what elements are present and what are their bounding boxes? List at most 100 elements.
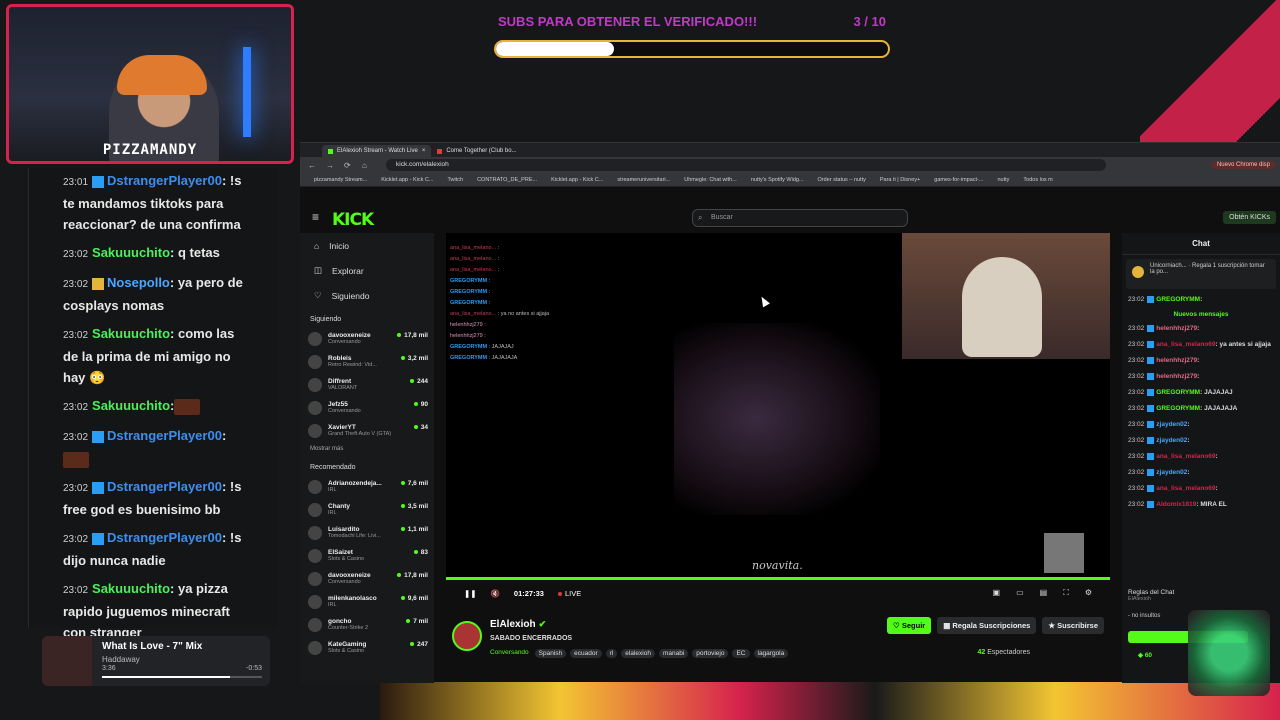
bookmark-item[interactable]: Kicklet.app - Kick C... — [381, 177, 433, 183]
browser-tab-music[interactable]: Come Together (Club bo... — [431, 145, 522, 157]
channel-points[interactable]: ◆ 60 — [1138, 651, 1152, 659]
bookmark-item[interactable]: nutty — [997, 177, 1009, 183]
mute-icon[interactable]: 🔇 — [491, 589, 500, 598]
bookmark-item[interactable]: Todos los m — [1023, 177, 1052, 183]
chat-username[interactable]: Nosepollo — [107, 275, 170, 290]
stream-tag[interactable]: portoviejo — [692, 649, 729, 658]
stream-tag[interactable]: ecuador — [570, 649, 602, 658]
forward-icon[interactable]: → — [326, 161, 344, 170]
gift-subs-button[interactable]: ▦ Regala Suscripciones — [937, 617, 1037, 634]
pause-icon[interactable]: ❚❚ — [464, 589, 477, 598]
chat-username[interactable]: DstrangerPlayer00 — [107, 479, 222, 494]
channel-item[interactable]: davooxeneize Conversando 17,8 mil — [300, 327, 434, 350]
bookmark-item[interactable]: CONTRATO_DE_PRE... — [477, 177, 537, 183]
stream-tag[interactable]: rl — [605, 649, 618, 658]
streamer-avatar[interactable] — [452, 621, 482, 651]
back-icon[interactable]: ← — [308, 161, 326, 170]
theater-icon[interactable]: ▭ — [1016, 588, 1024, 598]
stream-tag[interactable]: elalexioh — [621, 649, 655, 658]
channel-item[interactable]: davooxeneize Conversando 17,8 mil — [300, 567, 434, 590]
home-icon[interactable]: ⌂ — [362, 161, 380, 170]
channel-item[interactable]: ElSaizet Slots & Casino 83 — [300, 544, 434, 567]
chat-username[interactable]: helenhhzj279 — [1156, 373, 1197, 380]
browser-tab-kick[interactable]: ElAlexioh Stream - Watch Live × — [322, 145, 432, 157]
channel-avatar — [308, 617, 322, 632]
channel-item[interactable]: Robleis Retro Rewind: Vid... 3,2 mil — [300, 350, 434, 373]
bookmark-item[interactable]: games-for-impact-... — [934, 177, 983, 183]
chat-username[interactable]: DstrangerPlayer00 — [107, 530, 222, 545]
bookmark-item[interactable]: nutty's Spotify Widg... — [751, 177, 804, 183]
chat-username[interactable]: zjayden02 — [1156, 437, 1187, 444]
bookmark-item[interactable]: streameruniversitari... — [617, 177, 670, 183]
channel-avatar — [308, 479, 322, 494]
channel-item[interactable]: goncho Counter-Strike 2 7 mil — [300, 613, 434, 636]
chat-username[interactable]: Sakuuuchito — [92, 326, 170, 341]
chat-username[interactable]: Sakuuuchito — [92, 398, 170, 413]
chat-username[interactable]: ana_lisa_melano69 — [1156, 453, 1215, 460]
chat-username[interactable]: helenhhzj279 — [1156, 357, 1197, 364]
subscribe-button[interactable]: ★ Suscribirse — [1042, 617, 1104, 634]
pip-icon[interactable]: ▣ — [993, 588, 1001, 598]
stream-tags: Conversando Spanish ecuador rl elalexioh man… — [490, 649, 789, 658]
pinned-gift-banner[interactable]: Unicorniach... · Regala 1 suscripción to… — [1126, 259, 1276, 289]
bookmark-item[interactable]: Twitch — [447, 177, 463, 183]
chat-text: : — [221, 428, 227, 443]
video-progress-bar[interactable] — [446, 577, 1110, 580]
stream-tag[interactable]: EC — [732, 649, 750, 658]
chat-username[interactable]: helenhhzj279 — [1156, 325, 1197, 332]
badge-icon — [1147, 452, 1155, 460]
kick-logo[interactable]: KICK — [332, 210, 374, 230]
chat-username[interactable]: DstrangerPlayer00 — [107, 173, 222, 188]
fullscreen-icon[interactable]: ⛶ — [1063, 588, 1069, 598]
chat-text: ya antes si ajjaja — [1219, 341, 1271, 348]
bookmark-item[interactable]: Order status – nutty — [818, 177, 866, 183]
bookmark-item[interactable]: Kicklet.app - Kick C... — [551, 177, 603, 183]
channel-item[interactable]: KateGaming Slots & Casino 247 — [300, 636, 434, 659]
chat-username[interactable]: GREGORYMM — [1156, 296, 1200, 303]
chat-username[interactable]: Sakuuuchito — [92, 245, 170, 260]
chat-timestamp: 23:02 — [1128, 357, 1145, 364]
update-chrome-button[interactable]: Nuevo Chrome disp — [1210, 161, 1276, 169]
stream-tag[interactable]: Spanish — [534, 649, 567, 658]
settings-icon[interactable]: ⚙ — [1085, 588, 1092, 598]
chat-username[interactable]: Aldomix1819 — [1156, 501, 1196, 508]
stream-tag[interactable]: manabi — [658, 649, 689, 658]
youtube-favicon-icon — [437, 148, 443, 154]
channel-avatar — [308, 331, 322, 346]
channel-viewers: 7,6 mil — [401, 480, 428, 487]
nav-siguiendo[interactable]: ♡ Siguiendo — [300, 283, 434, 308]
stream-category[interactable]: Conversando — [490, 649, 529, 658]
show-more-link[interactable]: Mostrar más — [300, 442, 434, 456]
channel-item[interactable]: Jefz55 Conversando 90 — [300, 396, 434, 419]
stream-tag[interactable]: lagargola — [753, 649, 789, 658]
chat-username[interactable]: GREGORYMM — [1156, 389, 1200, 396]
bookmark-item[interactable]: Para ti | Disney+ — [880, 177, 920, 183]
channel-item[interactable]: Diffrent VALORANT 244 — [300, 373, 434, 396]
nav-inicio[interactable]: ⌂ Inicio — [300, 233, 434, 258]
bookmark-item[interactable]: Uhmegle: Chat with... — [684, 177, 737, 183]
streamer-name[interactable]: ElAlexioh ✔ — [490, 619, 546, 630]
menu-icon[interactable]: ≡ — [312, 210, 319, 224]
channel-item[interactable]: milenkanolasco IRL 9,6 mil — [300, 590, 434, 613]
follow-button[interactable]: ♡ Seguir — [887, 617, 932, 634]
url-field[interactable]: kick.com/elalexioh — [386, 159, 1106, 171]
chat-username[interactable]: zjayden02 — [1156, 469, 1187, 476]
chat-username[interactable]: Sakuuuchito — [92, 581, 170, 596]
nav-explorar[interactable]: ◫ Explorar — [300, 258, 434, 283]
chat-username[interactable]: ana_lisa_melano69 — [1156, 485, 1215, 492]
channel-item[interactable]: Chanty IRL 3,5 mil — [300, 498, 434, 521]
channel-item[interactable]: Luisardito Tomodachi Life: Livi... 1,1 mil — [300, 521, 434, 544]
clip-icon[interactable]: ▤ — [1040, 588, 1048, 598]
close-icon[interactable]: × — [422, 148, 426, 154]
video-player[interactable]: ana_lisa_melano... : ana_lisa_melano... … — [446, 233, 1110, 580]
chat-username[interactable]: GREGORYMM — [1156, 405, 1200, 412]
bookmark-item[interactable]: pizzamandy Stream... — [314, 177, 367, 183]
get-kicks-button[interactable]: Obtén KICKs — [1223, 211, 1276, 224]
channel-item[interactable]: XavierYT Grand Theft Auto V (GTA) 34 — [300, 419, 434, 442]
chat-username[interactable]: DstrangerPlayer00 — [107, 428, 222, 443]
search-input[interactable]: ⌕ Buscar — [692, 209, 908, 227]
reload-icon[interactable]: ⟳ — [344, 161, 362, 170]
chat-username[interactable]: ana_lisa_melano69 — [1156, 341, 1215, 348]
channel-item[interactable]: Adrianozendeja... IRL 7,6 mil — [300, 475, 434, 498]
chat-username[interactable]: zjayden02 — [1156, 421, 1187, 428]
